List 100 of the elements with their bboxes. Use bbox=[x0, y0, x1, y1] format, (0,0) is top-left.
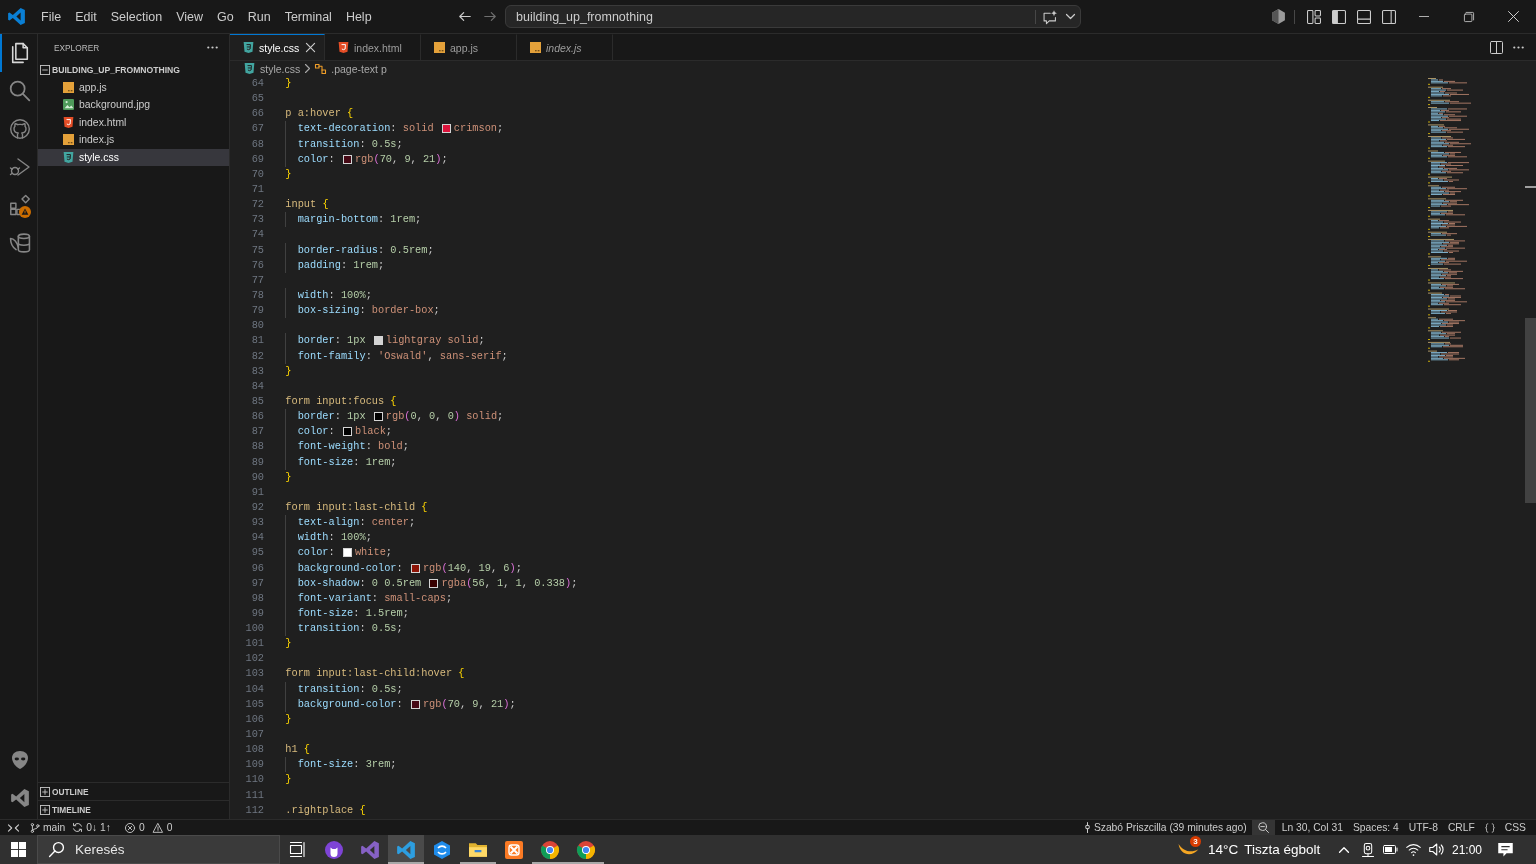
menu-item[interactable]: File bbox=[34, 5, 69, 28]
code-text: font-size: 1rem; bbox=[297, 454, 397, 470]
close-icon bbox=[306, 43, 316, 52]
code-text: rgba(56, 1, 1, 0.338); bbox=[441, 575, 578, 591]
line-number: 70 bbox=[251, 166, 264, 182]
code-text: h1 { bbox=[285, 742, 311, 758]
code-text: box-shadow: 0 0.5rem bbox=[297, 575, 423, 591]
clock[interactable]: 21:00 bbox=[1447, 835, 1487, 864]
code-text: lightgray solid; bbox=[385, 333, 485, 349]
indentation-button[interactable]: Spaces: 4 bbox=[1347, 820, 1404, 835]
line-number: 102 bbox=[245, 651, 264, 667]
menu-item[interactable]: Go bbox=[210, 5, 241, 28]
task-view-icon bbox=[290, 842, 306, 857]
line-number: 88 bbox=[251, 439, 264, 455]
html-file-icon bbox=[63, 116, 74, 128]
section-header[interactable]: OUTLINE bbox=[38, 782, 229, 800]
menu-item[interactable]: Run bbox=[240, 5, 278, 28]
code-text: font-size: 3rem; bbox=[297, 757, 397, 773]
search-input[interactable]: Keresés bbox=[75, 840, 279, 859]
line-number: 99 bbox=[251, 605, 264, 621]
code-text: } bbox=[285, 469, 292, 485]
line-number: 107 bbox=[245, 727, 264, 743]
database-icon bbox=[9, 233, 30, 253]
explorer-folder[interactable]: BUILDING_UP_FROMNOTHING bbox=[38, 61, 229, 79]
sync-button[interactable]: 0↓ 1↑ bbox=[69, 820, 115, 835]
css-file-icon bbox=[243, 42, 254, 53]
errors-button[interactable]: 0 bbox=[120, 820, 149, 835]
menu-item[interactable]: Terminal bbox=[277, 5, 339, 28]
js-file-icon bbox=[530, 42, 541, 53]
line-number: 104 bbox=[245, 681, 264, 697]
ribbon-logo-icon bbox=[10, 789, 29, 807]
cursor-position-marker bbox=[1525, 186, 1536, 188]
code-text: } bbox=[285, 166, 292, 182]
line-ending-button[interactable]: CRLF bbox=[1442, 820, 1480, 835]
webcam-icon bbox=[1361, 842, 1374, 857]
search-field[interactable]: Keresés bbox=[37, 835, 280, 864]
line-number: 82 bbox=[251, 348, 264, 364]
code-text: } bbox=[285, 636, 292, 652]
warnings-button[interactable]: 0 bbox=[148, 820, 177, 835]
editor-tab[interactable]: index.html bbox=[325, 34, 421, 60]
warning-icon bbox=[152, 822, 163, 833]
code-text: text-align: center; bbox=[297, 515, 416, 531]
editor-tab[interactable]: style.css bbox=[230, 34, 325, 60]
language-mode-button[interactable]: CSS bbox=[1499, 820, 1531, 835]
line-number: 101 bbox=[245, 636, 264, 652]
breadcrumb-item[interactable]: style.css bbox=[244, 62, 301, 75]
explorer-file-row[interactable]: style.css bbox=[38, 148, 229, 166]
encoding-button[interactable]: UTF-8 bbox=[1403, 820, 1443, 835]
blame-button[interactable]: Szabó Priszcilla (39 minutes ago) bbox=[1079, 820, 1252, 835]
code-text: rgb(70, 9, 21); bbox=[354, 151, 448, 167]
code-text: } bbox=[285, 711, 292, 727]
code-text: color: bbox=[297, 545, 336, 561]
menu-item[interactable]: Edit bbox=[68, 5, 104, 28]
line-number: 84 bbox=[251, 378, 264, 394]
code-text: background-color: bbox=[297, 696, 404, 712]
code-text: input { bbox=[285, 197, 329, 213]
menu-item[interactable]: Help bbox=[338, 5, 379, 28]
breadcrumb-item[interactable]: .page-text p bbox=[315, 62, 387, 75]
speaker-icon bbox=[1429, 843, 1443, 856]
sync-icon bbox=[73, 823, 83, 832]
line-number: 93 bbox=[251, 515, 264, 531]
line-number: 85 bbox=[251, 393, 264, 409]
explorer-file-row[interactable]: app.js bbox=[38, 78, 229, 96]
cursor-position-button[interactable]: Ln 30, Col 31 bbox=[1276, 820, 1348, 835]
css-file-icon bbox=[63, 151, 74, 163]
scrollbar-thumb[interactable] bbox=[1525, 318, 1536, 503]
zoom-button[interactable] bbox=[1251, 820, 1275, 835]
explorer-file-row[interactable]: background.jpg bbox=[38, 96, 229, 114]
menu-item[interactable]: View bbox=[169, 5, 210, 28]
menu-item[interactable]: Selection bbox=[103, 5, 170, 28]
close-icon bbox=[1508, 11, 1519, 22]
code-text: } bbox=[285, 76, 292, 91]
search-icon bbox=[9, 81, 30, 101]
branch-button[interactable]: main bbox=[27, 820, 70, 835]
cat-logo-icon bbox=[325, 840, 343, 859]
weather-button[interactable]: 14°C Tiszta égbolt 3 bbox=[1172, 835, 1330, 864]
js-file-icon bbox=[63, 81, 74, 93]
split-editor-icon bbox=[1489, 40, 1503, 54]
line-number: 78 bbox=[251, 287, 264, 303]
moon-icon bbox=[1178, 843, 1199, 856]
editor-tab[interactable]: app.js bbox=[421, 34, 517, 60]
line-number: 98 bbox=[251, 590, 264, 606]
section-header[interactable]: TIMELINE bbox=[38, 800, 229, 818]
explorer-file-row[interactable]: index.html bbox=[38, 113, 229, 131]
editor-tab[interactable]: index.js bbox=[517, 34, 613, 60]
line-number: 91 bbox=[251, 484, 264, 500]
line-number: 111 bbox=[245, 787, 264, 803]
explorer-file-row[interactable]: index.js bbox=[38, 131, 229, 149]
line-number: 105 bbox=[245, 696, 264, 712]
code-text: } bbox=[285, 363, 292, 379]
ribbon-logo-icon bbox=[397, 840, 415, 859]
line-number: 112 bbox=[245, 802, 264, 818]
html-file-icon bbox=[338, 42, 349, 53]
line-number: 66 bbox=[251, 106, 264, 122]
arrow-left-icon bbox=[459, 12, 471, 21]
code-text: transition: 0.5s; bbox=[297, 621, 403, 637]
layout-icon bbox=[1306, 9, 1321, 24]
restore-icon bbox=[1463, 11, 1474, 22]
code-text: white; bbox=[354, 545, 392, 561]
close-tab-button[interactable] bbox=[304, 40, 317, 55]
